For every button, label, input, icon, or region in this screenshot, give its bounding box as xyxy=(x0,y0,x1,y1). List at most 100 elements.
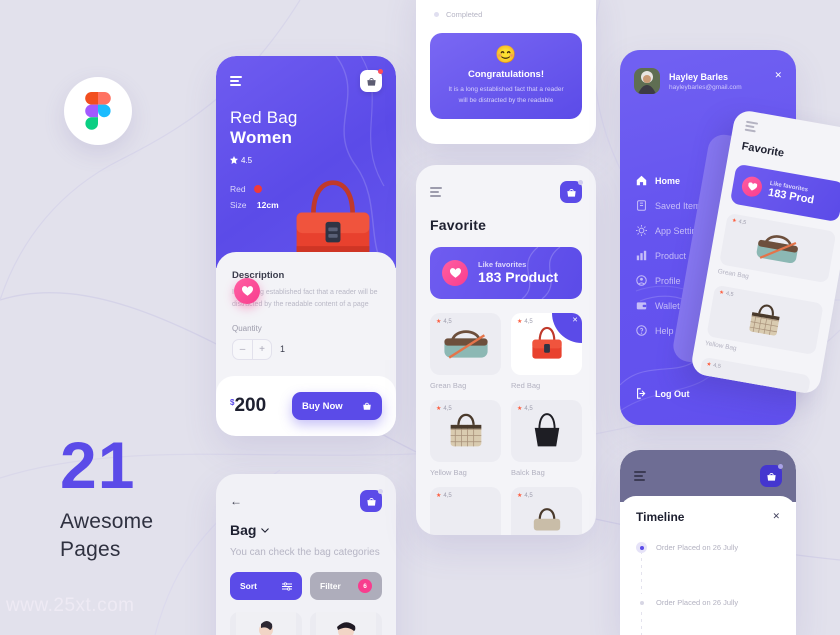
product-thumbnail: ★ 4,5 xyxy=(430,487,501,535)
timeline-header xyxy=(620,450,796,502)
user-icon xyxy=(636,275,647,286)
hamburger-icon[interactable] xyxy=(634,471,646,481)
sidebar-user-name: Hayley Barles xyxy=(669,71,729,82)
favorite-banner[interactable]: Like favorites 183 Product xyxy=(430,247,582,299)
sidebar-user-email: hayleybarles@gmail.com xyxy=(669,83,742,91)
favorite-fab[interactable] xyxy=(234,278,260,304)
list-item[interactable]: ★ 4,5 Yellow Bag xyxy=(430,400,501,477)
cart-glyph xyxy=(366,497,376,506)
avatar[interactable] xyxy=(634,68,660,94)
sidebar-user-header: Hayley Barles hayleybarles@gmail.com ✕ xyxy=(620,50,796,94)
bag-categories-screen: ← Bag You can check the bag categories S… xyxy=(216,474,396,635)
close-icon[interactable]: ✕ xyxy=(774,70,782,81)
help-icon xyxy=(636,325,647,336)
close-icon: ✕ xyxy=(572,317,578,324)
list-item[interactable]: ★ 4,5 Balck Bag xyxy=(511,400,582,477)
sidebar-item-label: Profile xyxy=(655,275,681,286)
logout-label: Log Out xyxy=(655,388,690,399)
color-swatch-red[interactable] xyxy=(253,184,262,193)
list-item[interactable]: ★ 4,5 ✕ Red Bag xyxy=(511,313,582,390)
star-icon: ★ xyxy=(436,319,442,325)
list-item[interactable]: ★ 4,5 xyxy=(430,487,501,535)
pages-caption: Awesome Pages xyxy=(60,508,153,565)
close-icon[interactable]: ✕ xyxy=(772,511,780,522)
black-bag-image xyxy=(534,413,559,447)
quantity-decrease-button[interactable]: – xyxy=(233,340,252,359)
congratulations-card: 😊 Congratulations! It is a long establis… xyxy=(430,33,582,119)
cart-icon xyxy=(363,402,371,410)
cart-icon[interactable] xyxy=(760,464,783,487)
bag-title: Bag xyxy=(230,522,257,538)
product-size-label: Size xyxy=(230,199,247,210)
yellow-bag-image xyxy=(450,413,481,447)
product-hero: Red Bag Women 4.5 Red Size 12cm xyxy=(216,56,396,268)
rating-value: 4,5 xyxy=(524,405,533,412)
rating-value: 4,5 xyxy=(712,362,722,370)
product-title-line2: Women xyxy=(230,128,293,148)
cart-icon[interactable] xyxy=(360,69,383,92)
product-rating-value: 4.5 xyxy=(241,155,253,165)
star-icon: ★ xyxy=(517,493,523,499)
list-item[interactable]: ★ 4,5 Yellow Bag xyxy=(704,284,824,366)
home-icon xyxy=(636,175,647,186)
back-arrow-icon[interactable]: ← xyxy=(230,494,242,508)
star-icon: ★ xyxy=(718,289,725,297)
heart-badge xyxy=(740,175,764,199)
cart-glyph xyxy=(766,472,776,481)
star-icon: ★ xyxy=(517,406,523,412)
product-title-line1: Red Bag xyxy=(230,108,298,127)
sidebar-item-label: Product xyxy=(655,250,687,261)
cart-icon[interactable] xyxy=(560,180,583,203)
product-name: Yellow Bag xyxy=(430,468,467,477)
quantity-label: Quantity xyxy=(232,323,262,333)
heart-icon xyxy=(449,268,461,278)
buy-now-button[interactable]: Buy Now xyxy=(292,392,382,420)
logout-icon xyxy=(637,388,646,399)
model-card-grid xyxy=(216,612,396,635)
bookmark-icon xyxy=(637,200,646,211)
timeline-dot-icon xyxy=(636,542,647,553)
model-card[interactable] xyxy=(310,612,382,635)
bag-title-row[interactable]: Bag xyxy=(230,522,382,538)
sort-button[interactable]: Sort xyxy=(230,572,302,600)
list-item[interactable]: ★ 4,5 Grean Bag xyxy=(430,313,501,390)
heart-icon xyxy=(747,182,757,191)
filter-button[interactable]: Filter 6 xyxy=(310,572,382,600)
product-size-row: Size 12cm xyxy=(230,197,382,213)
list-item[interactable]: ★ 4,5 Grean Bag xyxy=(717,212,837,294)
cart-icon[interactable] xyxy=(360,489,383,512)
tilted-favorite-banner[interactable]: Like favorites 183 Prod xyxy=(729,163,840,223)
hamburger-icon[interactable] xyxy=(430,187,442,197)
wallet-icon xyxy=(636,302,647,310)
price-value: 200 xyxy=(234,395,267,416)
quantity-increase-button[interactable]: + xyxy=(252,339,271,359)
banner-value: 183 Product xyxy=(478,269,559,286)
product-thumbnail: ★ 4,5 xyxy=(430,313,501,375)
product-thumbnail: ★ 4,5 xyxy=(430,400,501,462)
model-card[interactable] xyxy=(230,612,302,635)
product-title: Red Bag Women xyxy=(230,108,382,149)
product-thumbnail: ★ 4,5 xyxy=(511,400,582,462)
green-bag-image xyxy=(443,330,488,359)
rating-badge: ★ 4,5 xyxy=(436,492,452,500)
timeline-connector xyxy=(641,612,642,635)
cart-badge-dot xyxy=(378,69,383,74)
timeline-screen: Timeline ✕ Order Placed on 26 Jully Orde… xyxy=(620,450,796,635)
hamburger-icon[interactable] xyxy=(230,76,242,86)
buy-now-label: Buy Now xyxy=(302,400,343,412)
rating-value: 4,5 xyxy=(738,218,747,227)
favorite-product-grid: ★ 4,5 Grean Bag ★ 4,5 ✕ Red Bag ★ 4,5 Ye… xyxy=(416,313,596,535)
list-item[interactable]: ★ 4,5 xyxy=(511,487,582,535)
timeline-event: Order Placed on 26 Jully xyxy=(636,542,780,553)
quantity-stepper: – + 1 xyxy=(232,338,380,360)
star-icon: ★ xyxy=(517,319,523,325)
product-name: Grean Bag xyxy=(430,381,467,390)
figma-logo-icon xyxy=(85,92,111,130)
timeline-event-label: Order Placed on 26 Jully xyxy=(656,543,739,552)
rating-value: 4,5 xyxy=(725,290,734,299)
product-size-value: 12cm xyxy=(256,199,279,210)
logout-button[interactable]: Log Out xyxy=(636,388,690,399)
sidebar-item-label: Wallet xyxy=(655,300,680,311)
cart-badge-dot xyxy=(778,464,783,469)
product-detail-screen: Red Bag Women 4.5 Red Size 12cm Descript… xyxy=(216,56,396,436)
